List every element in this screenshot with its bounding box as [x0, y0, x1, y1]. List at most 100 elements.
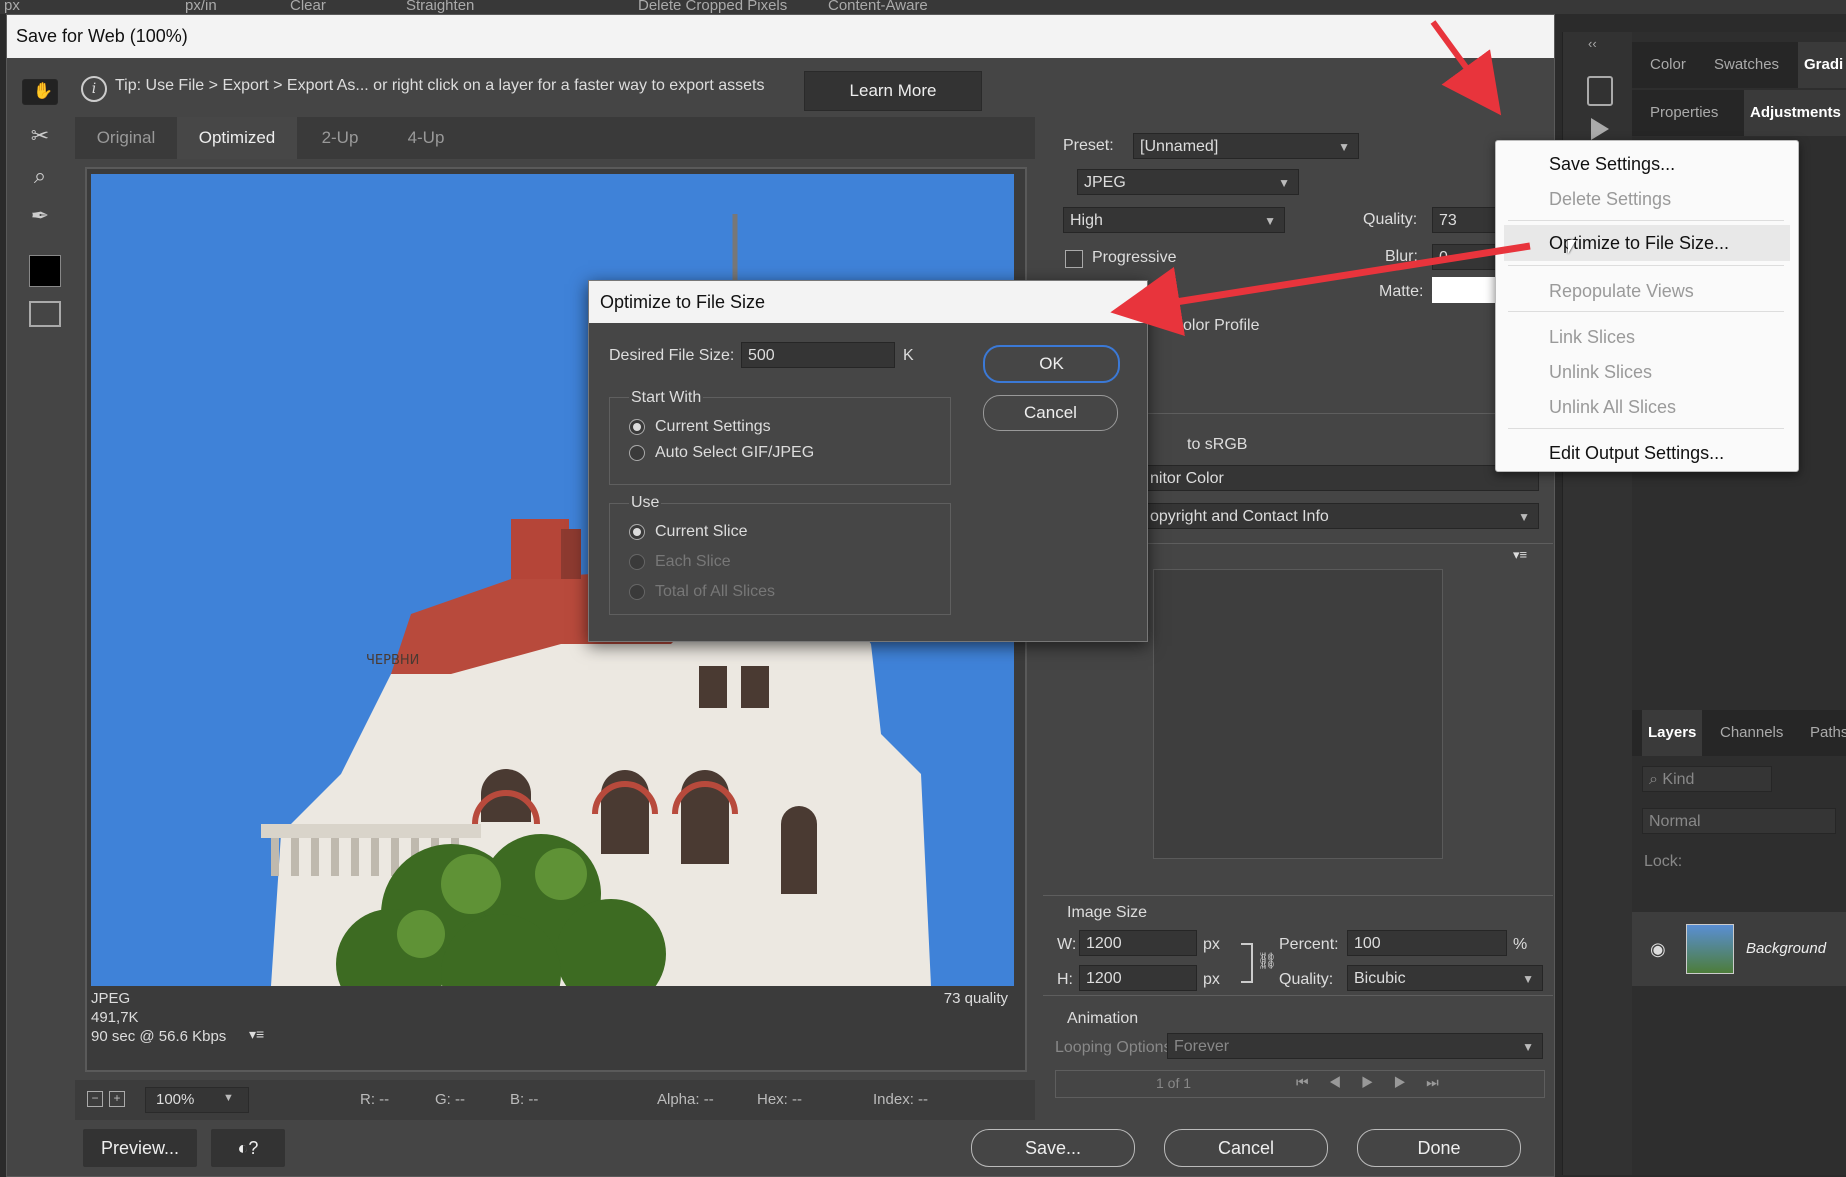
optimize-dialog-title: Optimize to File Size: [600, 292, 766, 312]
tab-adjustments[interactable]: Adjustments: [1744, 90, 1846, 136]
info-quality: 73 quality: [943, 990, 1008, 1007]
desired-size-field[interactable]: 500: [741, 342, 895, 368]
menu-item-link-slices[interactable]: Link Slices: [1549, 327, 1635, 348]
content-aware-checkbox[interactable]: Content-Aware: [828, 0, 928, 14]
tab-color[interactable]: Color: [1650, 42, 1686, 88]
menu-item-save-settings[interactable]: Save Settings...: [1549, 154, 1675, 175]
matte-swatch[interactable]: [1432, 277, 1504, 303]
playback-controls[interactable]: ⏮◀▶▶⏭: [1296, 1074, 1459, 1091]
quality-level-select[interactable]: High ▼: [1063, 207, 1285, 233]
hand-tool-icon[interactable]: ✋: [22, 79, 58, 105]
done-button[interactable]: Done: [1357, 1129, 1521, 1167]
optimize-cancel-button[interactable]: Cancel: [983, 395, 1118, 431]
quality-field[interactable]: 73: [1432, 207, 1504, 233]
status-alpha: Alpha: --: [657, 1091, 714, 1108]
metadata-select[interactable]: opyright and Contact Info ▼: [1143, 503, 1539, 529]
chevron-down-icon: ▼: [1518, 510, 1530, 524]
width-unit: px: [1203, 936, 1220, 953]
mouse-cursor-icon: [1568, 240, 1576, 254]
view-tabs: Original Optimized 2-Up 4-Up: [75, 117, 1035, 159]
metadata-value: opyright and Contact Info: [1150, 508, 1329, 525]
current-settings-radio[interactable]: [629, 419, 645, 435]
tab-swatches[interactable]: Swatches: [1714, 42, 1779, 88]
straighten-button[interactable]: Straighten: [406, 0, 474, 14]
chevron-down-icon[interactable]: ▼: [223, 1092, 234, 1104]
zoom-tool-icon[interactable]: ⌕: [22, 159, 58, 193]
zoom-in-icon[interactable]: +: [109, 1091, 125, 1107]
current-slice-radio[interactable]: [629, 524, 645, 540]
percent-field[interactable]: 100: [1347, 930, 1507, 956]
tab-4up[interactable]: 4-Up: [383, 117, 469, 159]
tab-layers[interactable]: Layers: [1642, 710, 1703, 756]
menu-item-unlink-all-slices[interactable]: Unlink All Slices: [1549, 397, 1676, 418]
optimize-dialog-title-bar[interactable]: Optimize to File Size: [589, 281, 1147, 323]
zoom-out-icon[interactable]: −: [87, 1091, 103, 1107]
info-file-size: 491,7K: [91, 1009, 139, 1026]
looping-select[interactable]: Forever ▼: [1167, 1033, 1543, 1059]
dialog-title: Save for Web (100%): [16, 26, 188, 46]
color-table-menu-icon[interactable]: ▾≡: [1513, 547, 1527, 563]
preset-select[interactable]: [Unnamed] ▼: [1133, 133, 1359, 159]
menu-item-unlink-slices[interactable]: Unlink Slices: [1549, 362, 1652, 383]
blur-field[interactable]: 0: [1432, 244, 1504, 270]
history-icon[interactable]: [1587, 76, 1613, 106]
link-icon[interactable]: ⛓: [1257, 951, 1277, 971]
tab-channels[interactable]: Channels: [1720, 710, 1783, 756]
clear-button[interactable]: Clear: [290, 0, 326, 14]
looping-value: Forever: [1174, 1038, 1230, 1055]
eyedropper-tool-icon[interactable]: ✒: [22, 199, 58, 233]
play-icon[interactable]: [1591, 118, 1609, 140]
eye-icon[interactable]: ◉: [1650, 939, 1666, 960]
total-slices-radio[interactable]: [629, 584, 645, 600]
menu-item-delete-settings[interactable]: Delete Settings: [1549, 189, 1671, 210]
preset-label: Preset:: [1063, 137, 1114, 154]
tab-gradients[interactable]: Gradi: [1798, 42, 1846, 88]
each-slice-radio[interactable]: [629, 554, 645, 570]
status-bar: − + 100% ▼ R: -- G: -- B: -- Alpha: -- H…: [75, 1080, 1035, 1120]
resample-select[interactable]: Bicubic ▼: [1347, 965, 1543, 991]
layer-row[interactable]: ◉ Background: [1632, 912, 1846, 986]
tab-paths[interactable]: Paths: [1810, 710, 1846, 756]
width-field[interactable]: 1200: [1079, 930, 1197, 956]
auto-select-radio[interactable]: [629, 445, 645, 461]
menu-item-optimize-to-file-size[interactable]: Optimize to File Size...: [1504, 225, 1790, 261]
format-select[interactable]: JPEG ▼: [1077, 169, 1299, 195]
tab-optimized[interactable]: Optimized: [177, 117, 297, 159]
cancel-button[interactable]: Cancel: [1164, 1129, 1328, 1167]
browser-preview-button[interactable]: ◐?: [211, 1129, 285, 1167]
save-button[interactable]: Save...: [971, 1129, 1135, 1167]
menu-item-edit-output-settings[interactable]: Edit Output Settings...: [1549, 443, 1724, 464]
delete-cropped-checkbox[interactable]: Delete Cropped Pixels: [638, 0, 787, 14]
lock-label: Lock:: [1644, 853, 1683, 870]
dialog-title-bar[interactable]: Save for Web (100%): [7, 15, 1554, 58]
chevron-down-icon: ▼: [1338, 140, 1350, 154]
tab-2up[interactable]: 2-Up: [297, 117, 383, 159]
tab-properties[interactable]: Properties: [1650, 90, 1718, 136]
current-slice-label: Current Slice: [655, 523, 748, 540]
menu-item-repopulate-views[interactable]: Repopulate Views: [1549, 281, 1694, 302]
color-tabs: Color Swatches Gradi: [1632, 42, 1846, 88]
blend-mode-select[interactable]: Normal: [1642, 808, 1836, 834]
tab-original[interactable]: Original: [75, 117, 177, 159]
quality-level-value: High: [1070, 212, 1103, 229]
ok-button[interactable]: OK: [983, 345, 1120, 383]
learn-more-button[interactable]: Learn More: [804, 71, 982, 111]
color-table: [1153, 569, 1443, 859]
preview-color-select[interactable]: nitor Color: [1143, 465, 1539, 491]
kind-filter[interactable]: ⌕ Kind: [1642, 766, 1772, 792]
collapse-icon[interactable]: ‹‹: [1588, 36, 1597, 51]
looping-label: Looping Options:: [1055, 1039, 1176, 1056]
percent-sign: %: [1513, 936, 1528, 953]
eyedropper-color-swatch[interactable]: [29, 255, 61, 287]
progressive-label: Progressive: [1092, 249, 1177, 266]
quality-label: Quality:: [1363, 211, 1418, 228]
progressive-checkbox[interactable]: [1065, 250, 1083, 268]
status-b: B: --: [510, 1091, 539, 1108]
height-field[interactable]: 1200: [1079, 965, 1197, 991]
preview-button[interactable]: Preview...: [83, 1129, 197, 1167]
download-menu-icon[interactable]: ▾≡: [249, 1026, 264, 1043]
toggle-slices-icon[interactable]: [29, 301, 61, 327]
chevron-down-icon: ▼: [1278, 176, 1290, 190]
resolution-unit[interactable]: px/in: [185, 0, 217, 14]
slice-select-tool-icon[interactable]: ✂: [22, 119, 58, 153]
